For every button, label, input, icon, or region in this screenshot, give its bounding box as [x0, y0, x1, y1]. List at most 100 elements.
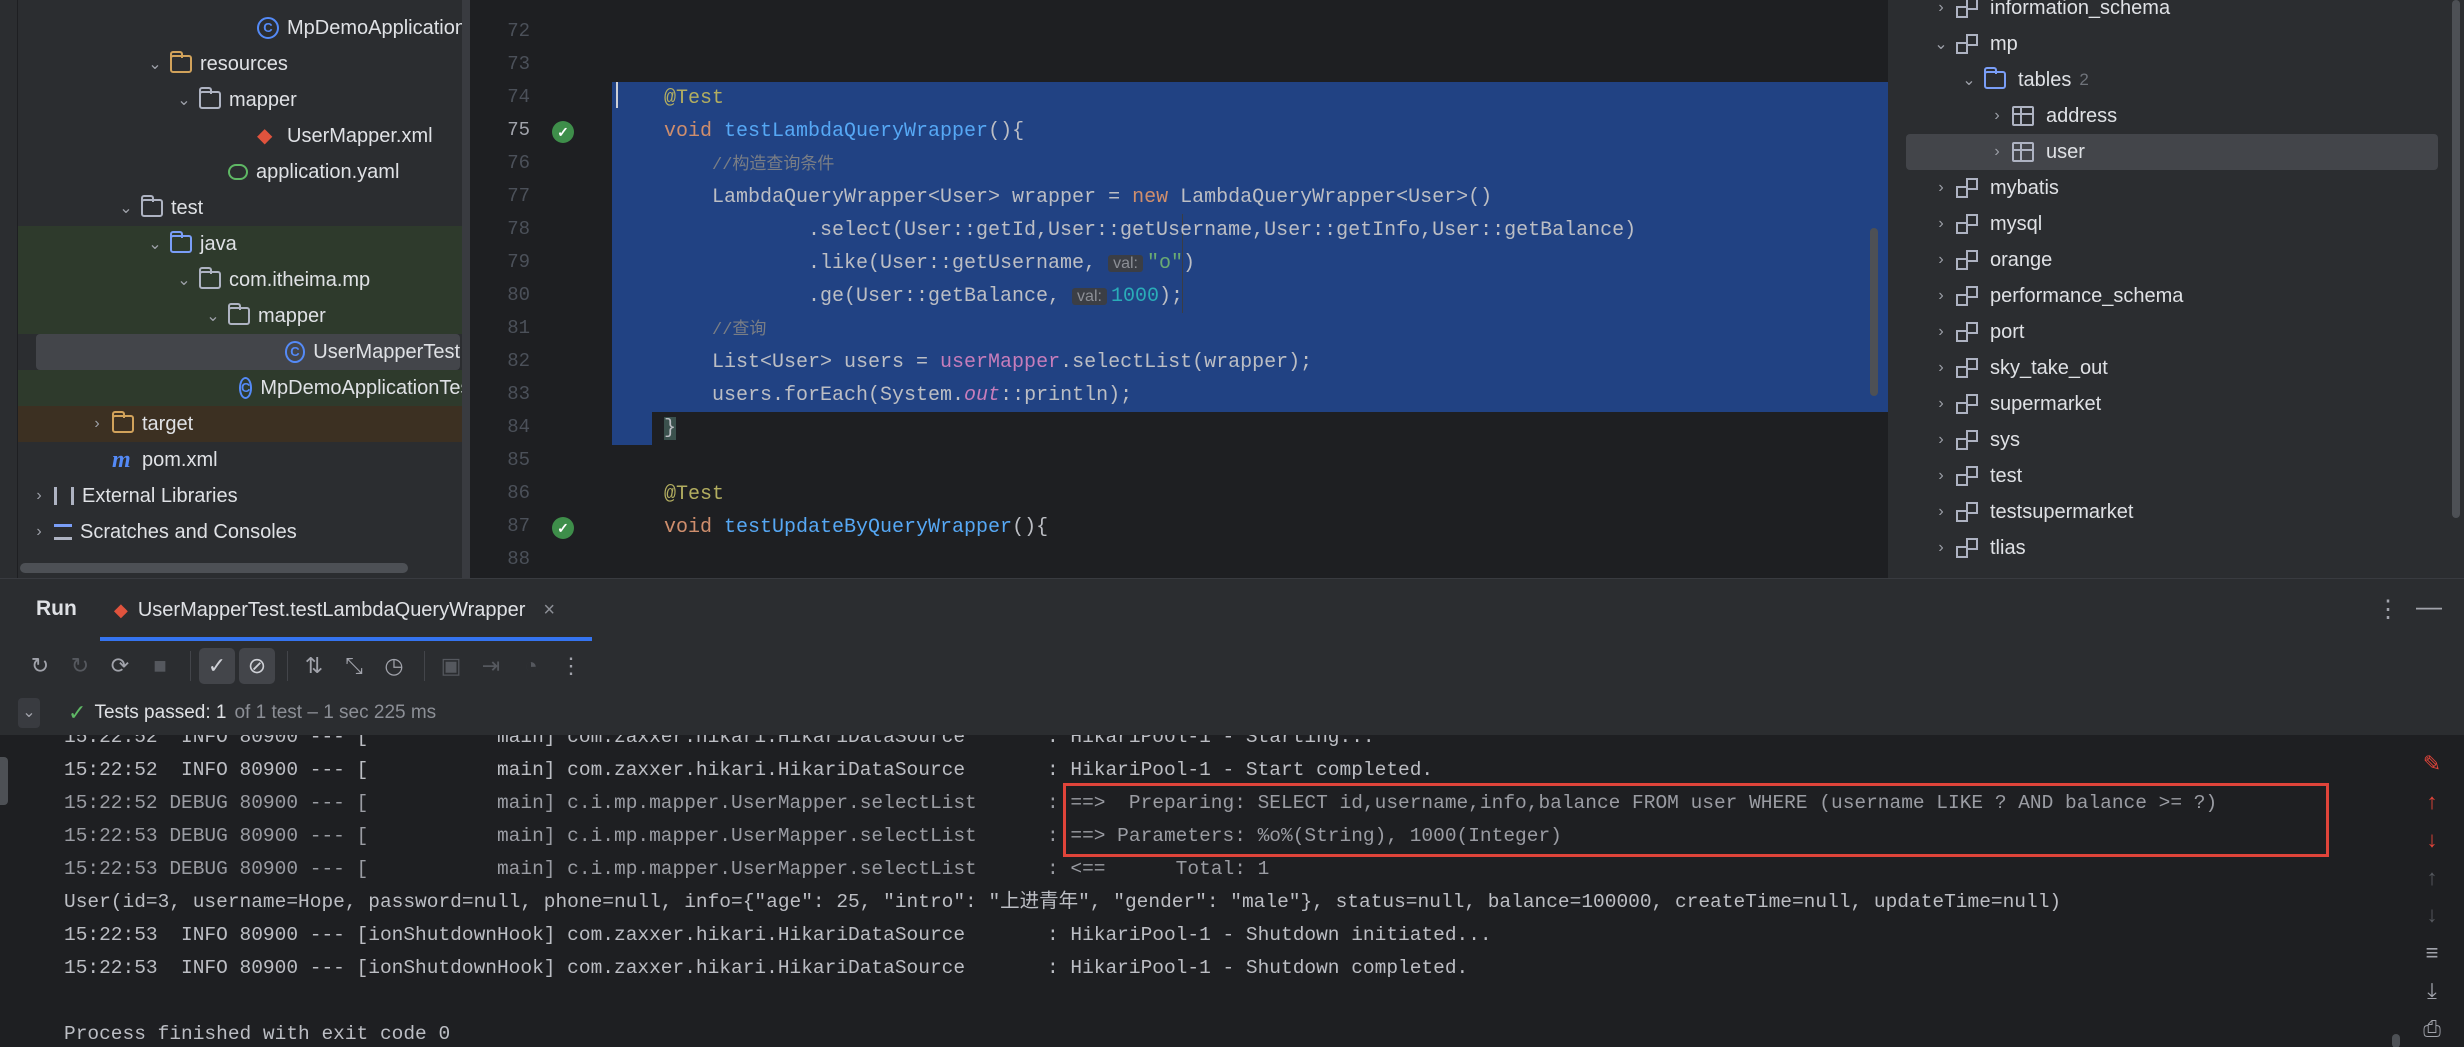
database-tree-item[interactable]: › mysql	[1888, 206, 2444, 242]
tree-item[interactable]: C MpDemoApplication	[18, 10, 470, 46]
chevron-right-icon[interactable]: ›	[1932, 215, 1950, 233]
tree-item[interactable]: › Scratches and Consoles	[18, 514, 470, 550]
selection-highlight	[612, 280, 1888, 313]
chevron-right-icon[interactable]: ›	[1932, 431, 1950, 449]
tree-item[interactable]: C MpDemoApplicationTests	[18, 370, 470, 406]
chevron-right-icon[interactable]: ›	[30, 487, 48, 505]
console-scroll-thumb[interactable]	[2392, 1034, 2400, 1047]
tree-item[interactable]: ⌄ test	[18, 190, 470, 226]
clear-all-icon[interactable]: ✎	[2414, 745, 2450, 783]
keyword-token: void	[664, 516, 725, 539]
tree-item[interactable]: ◆ UserMapper.xml	[18, 118, 470, 154]
chevron-right-icon[interactable]: ›	[1988, 143, 2006, 161]
chevron-right-icon[interactable]: ›	[1932, 287, 1950, 305]
tree-item[interactable]: ⌄ resources	[18, 46, 470, 82]
tree-item[interactable]: › target	[18, 406, 470, 442]
chevron-right-icon[interactable]: ›	[1932, 467, 1950, 485]
database-tree-item[interactable]: › address	[1888, 98, 2444, 134]
toggle-auto-test-icon[interactable]: ⟳	[102, 648, 138, 684]
console-output[interactable]: 15:22:52 INFO 80900 --- [ main] com.zaxx…	[40, 735, 2400, 1047]
chevron-right-icon[interactable]: ›	[1932, 0, 1950, 17]
scratches-icon	[54, 524, 72, 540]
chevron-down-icon[interactable]: ⌄	[18, 698, 40, 728]
test-passed-run-icon[interactable]: ✓	[552, 517, 574, 539]
rerun-icon[interactable]: ↻	[22, 648, 58, 684]
database-tree-item[interactable]: › port	[1888, 314, 2444, 350]
chevron-right-icon[interactable]: ›	[1932, 395, 1950, 413]
database-tree-item[interactable]: › test	[1888, 458, 2444, 494]
project-editor-splitter[interactable]	[462, 0, 470, 578]
chevron-down-icon[interactable]: ⌄	[1932, 34, 1950, 54]
stop-icon[interactable]: ■	[142, 648, 178, 684]
chevron-down-icon[interactable]: ⌄	[117, 198, 135, 218]
scroll-to-end-icon[interactable]: ⤓	[2414, 972, 2450, 1010]
tree-item[interactable]: ⌄ mapper	[18, 298, 470, 334]
database-tree-item[interactable]: › supermarket	[1888, 386, 2444, 422]
console-vertical-scrollbar[interactable]	[2392, 735, 2400, 1047]
project-tree-horizontal-scrollbar[interactable]	[20, 563, 408, 573]
chevron-right-icon[interactable]: ›	[1932, 539, 1950, 557]
up-stack-trace-icon[interactable]: ↑	[2414, 783, 2450, 821]
database-tree-item[interactable]: › sys	[1888, 422, 2444, 458]
chevron-right-icon[interactable]: ›	[1932, 359, 1950, 377]
chevron-down-icon[interactable]: ⌄	[204, 306, 222, 326]
database-tree-item[interactable]: › performance_schema	[1888, 278, 2444, 314]
chevron-right-icon[interactable]: ›	[30, 523, 48, 541]
more-options-icon[interactable]: ⋮	[2376, 595, 2400, 624]
coverage-icon[interactable]: ◔	[513, 648, 549, 684]
tree-item[interactable]: › External Libraries	[18, 478, 470, 514]
database-tree-item[interactable]: › orange	[1888, 242, 2444, 278]
database-tree-item[interactable]: › user	[1906, 134, 2438, 170]
chevron-down-icon[interactable]: ⌄	[175, 270, 193, 290]
tree-item[interactable]: ⌄ java	[18, 226, 470, 262]
chevron-right-icon[interactable]: ›	[88, 415, 106, 433]
close-tab-icon[interactable]: ×	[543, 599, 555, 622]
run-configuration-tab[interactable]: ◆ UserMapperTest.testLambdaQueryWrapper …	[100, 579, 569, 641]
database-tree-item[interactable]: › testsupermarket	[1888, 494, 2444, 530]
show-ignored-icon[interactable]: ⊘	[239, 648, 275, 684]
chevron-right-icon[interactable]: ›	[1932, 503, 1950, 521]
tree-item[interactable]: m pom.xml	[18, 442, 470, 478]
line-number: 78	[507, 218, 530, 240]
chevron-down-icon[interactable]: ⌄	[1960, 70, 1978, 90]
database-tree-item[interactable]: › sky_take_out	[1888, 350, 2444, 386]
previous-occurrence-icon[interactable]: ↑	[2414, 859, 2450, 897]
rerun-failed-icon[interactable]: ↻	[62, 648, 98, 684]
code-line-84: users.forEach(System.out::println);	[712, 379, 1132, 412]
more-actions-icon[interactable]: ⋮	[553, 648, 589, 684]
history-icon[interactable]: ◷	[376, 648, 412, 684]
database-tree-item[interactable]: ⌄ mp	[1888, 26, 2444, 62]
chevron-right-icon[interactable]: ›	[1932, 179, 1950, 197]
import-tests-icon[interactable]: ⇥	[473, 648, 509, 684]
static-field-token: out	[964, 384, 1001, 407]
show-passed-icon[interactable]: ✓	[199, 648, 235, 684]
soft-wrap-icon[interactable]: ≡	[2414, 934, 2450, 972]
sort-icon[interactable]: ⇅	[296, 648, 332, 684]
down-stack-trace-icon[interactable]: ↓	[2414, 821, 2450, 859]
tree-item[interactable]: ⌄ mapper	[18, 82, 470, 118]
chevron-down-icon[interactable]: ⌄	[146, 54, 164, 74]
chevron-down-icon[interactable]: ⌄	[146, 234, 164, 254]
print-icon[interactable]: ⎙	[2414, 1010, 2450, 1047]
minimize-icon[interactable]: —	[2416, 591, 2442, 622]
database-tree-item[interactable]: › tlias	[1888, 530, 2444, 566]
database-tree-item[interactable]: › mybatis	[1888, 170, 2444, 206]
collapse-all-icon[interactable]: ⤡	[336, 648, 372, 684]
chevron-right-icon[interactable]: ›	[1932, 251, 1950, 269]
test-passed-run-icon[interactable]: ✓	[552, 121, 574, 143]
database-tree-item[interactable]: › information_schema	[1888, 0, 2444, 26]
code-editor[interactable]: 727374757677787980818283848586878889 ✓ ✓…	[470, 0, 1888, 578]
tree-item[interactable]: C UserMapperTest	[36, 334, 460, 370]
chevron-right-icon[interactable]: ›	[1932, 323, 1950, 341]
tree-item[interactable]: application.yaml	[18, 154, 470, 190]
chevron-down-icon[interactable]: ⌄	[175, 90, 193, 110]
database-vertical-scrollbar[interactable]	[2452, 0, 2460, 518]
next-occurrence-icon[interactable]: ↓	[2414, 897, 2450, 935]
editor-vertical-scrollbar[interactable]	[1870, 228, 1878, 396]
run-title: Run	[36, 597, 77, 620]
maven-icon: m	[112, 447, 131, 473]
camera-icon[interactable]: ▣	[433, 648, 469, 684]
chevron-right-icon[interactable]: ›	[1988, 107, 2006, 125]
tree-item[interactable]: ⌄ com.itheima.mp	[18, 262, 470, 298]
database-tree-item[interactable]: ⌄ tables 2	[1888, 62, 2444, 98]
